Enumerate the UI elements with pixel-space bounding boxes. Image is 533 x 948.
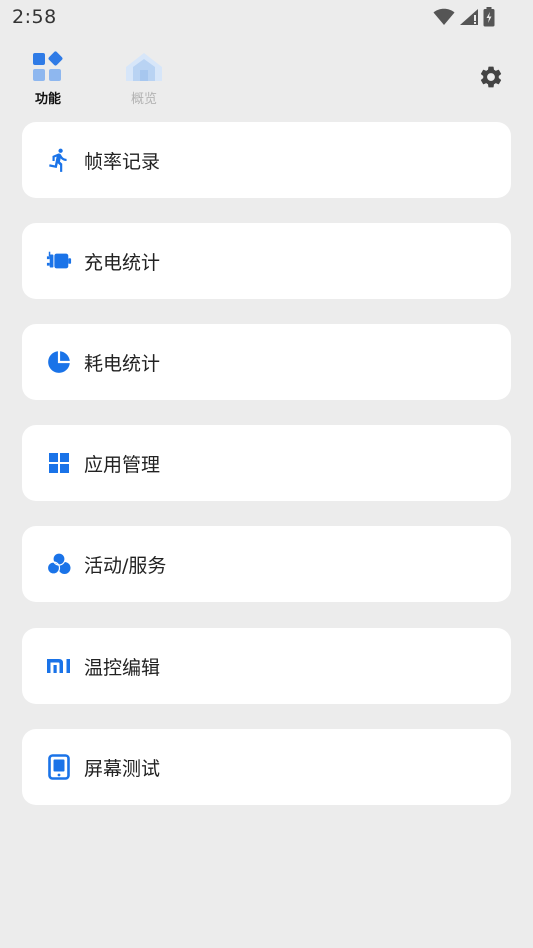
status-time: 2:58	[12, 6, 57, 28]
menu-item-thermal-control-edit[interactable]: 温控编辑	[22, 628, 511, 704]
charger-plug-icon	[46, 248, 72, 274]
overview-icon	[124, 50, 164, 86]
menu-item-label: 屏幕测试	[84, 757, 161, 780]
menu-item-app-management[interactable]: 应用管理	[22, 425, 511, 501]
menu-item-frame-rate-record[interactable]: 帧率记录	[22, 122, 511, 198]
menu-item-screen-test[interactable]: 屏幕测试	[22, 729, 511, 805]
tab-functions[interactable]: 功能	[18, 50, 78, 107]
signal-icon	[459, 8, 479, 30]
tab-functions-label: 功能	[34, 92, 61, 107]
menu-item-label: 活动/服务	[84, 554, 167, 577]
menu-item-activities-services[interactable]: 活动/服务	[22, 526, 511, 602]
status-icons	[433, 7, 495, 31]
mi-logo-icon	[46, 653, 72, 679]
settings-button[interactable]	[478, 64, 504, 90]
wifi-icon	[433, 8, 455, 30]
tab-overview[interactable]: 概览	[114, 50, 174, 107]
pie-chart-icon	[46, 349, 72, 375]
menu-item-charging-stats[interactable]: 充电统计	[22, 223, 511, 299]
tab-overview-label: 概览	[130, 92, 157, 107]
functions-icon	[28, 50, 68, 86]
menu-item-label: 应用管理	[84, 453, 161, 476]
running-person-icon	[46, 147, 72, 173]
menu-item-label: 温控编辑	[84, 656, 161, 679]
app-grid-icon	[46, 450, 72, 476]
circles-icon	[46, 551, 72, 577]
menu-item-label: 帧率记录	[84, 150, 161, 173]
menu-item-label: 耗电统计	[84, 352, 161, 375]
menu-item-label: 充电统计	[84, 251, 161, 274]
menu-item-power-consumption-stats[interactable]: 耗电统计	[22, 324, 511, 400]
status-bar: 2:58	[0, 0, 533, 36]
gear-icon	[478, 66, 504, 94]
tablet-icon	[46, 754, 72, 780]
battery-icon	[483, 7, 495, 31]
